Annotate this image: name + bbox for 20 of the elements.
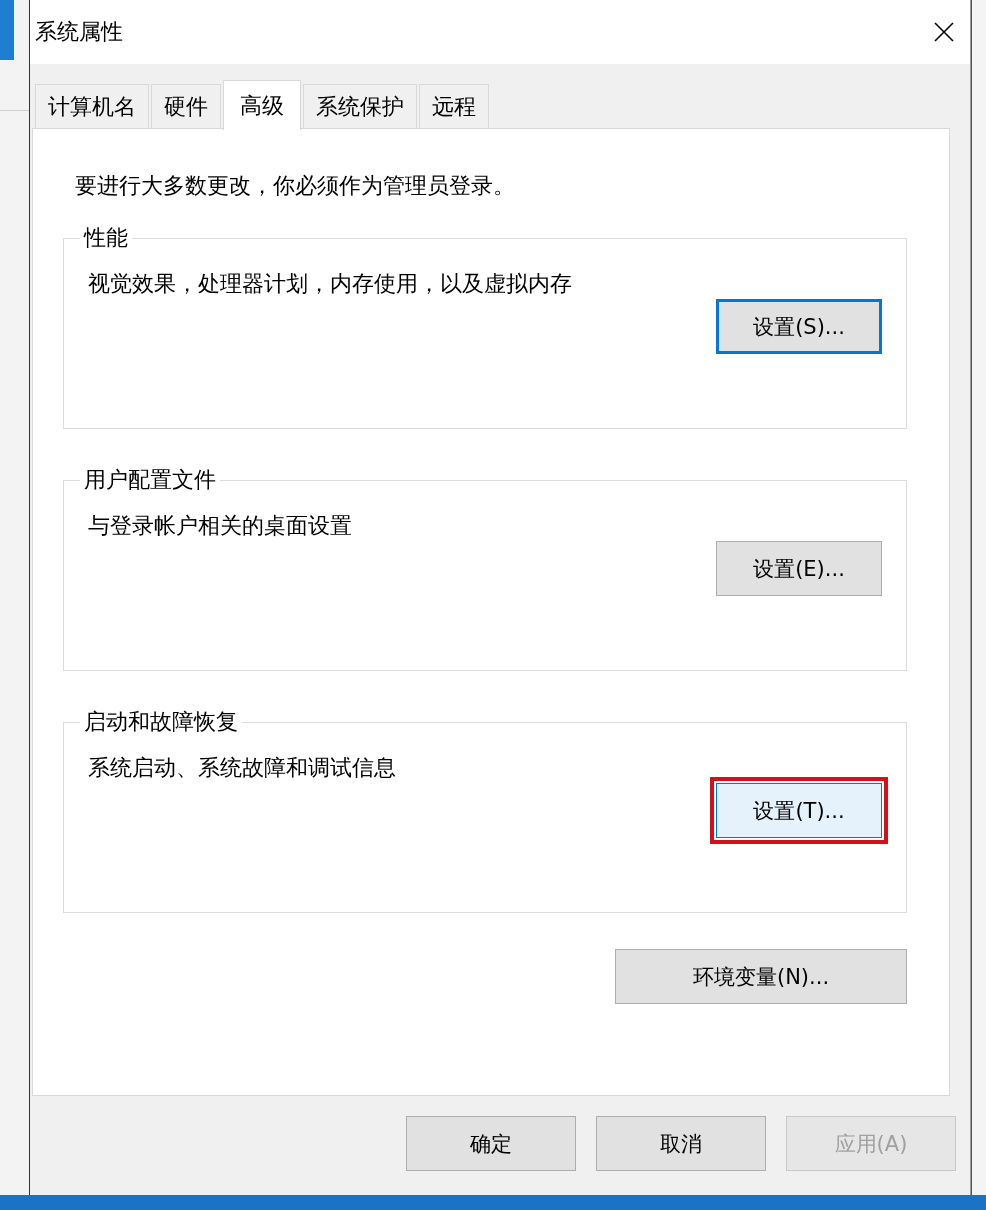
group-title: 性能	[82, 224, 129, 252]
dialog-button[interactable]: 取消	[596, 1116, 766, 1171]
settings-button[interactable]: 设置(S)...	[716, 299, 882, 354]
environment-variables-button[interactable]: 环境变量(N)...	[615, 949, 907, 1004]
group-description: 视觉效果，处理器计划，内存使用，以及虚拟内存	[88, 270, 573, 298]
close-icon[interactable]	[934, 22, 954, 42]
window-title: 系统属性	[35, 18, 123, 46]
group-title: 启动和故障恢复	[83, 708, 239, 736]
tab[interactable]: 远程	[419, 84, 489, 128]
group-title: 用户配置文件	[83, 466, 217, 494]
tab[interactable]: 高级	[223, 80, 301, 130]
settings-button[interactable]: 设置(E)...	[716, 541, 882, 596]
tab[interactable]: 硬件	[151, 84, 221, 128]
dialog-button[interactable]: 确定	[406, 1116, 576, 1171]
desktop-strip	[0, 0, 14, 60]
group-description: 与登录帐户相关的桌面设置	[88, 512, 353, 540]
tab[interactable]: 系统保护	[303, 84, 417, 128]
notice-text: 要进行大多数更改，你必须作为管理员登录。	[75, 172, 516, 200]
tab[interactable]: 计算机名	[35, 84, 149, 128]
group-description: 系统启动、系统故障和调试信息	[88, 754, 397, 782]
